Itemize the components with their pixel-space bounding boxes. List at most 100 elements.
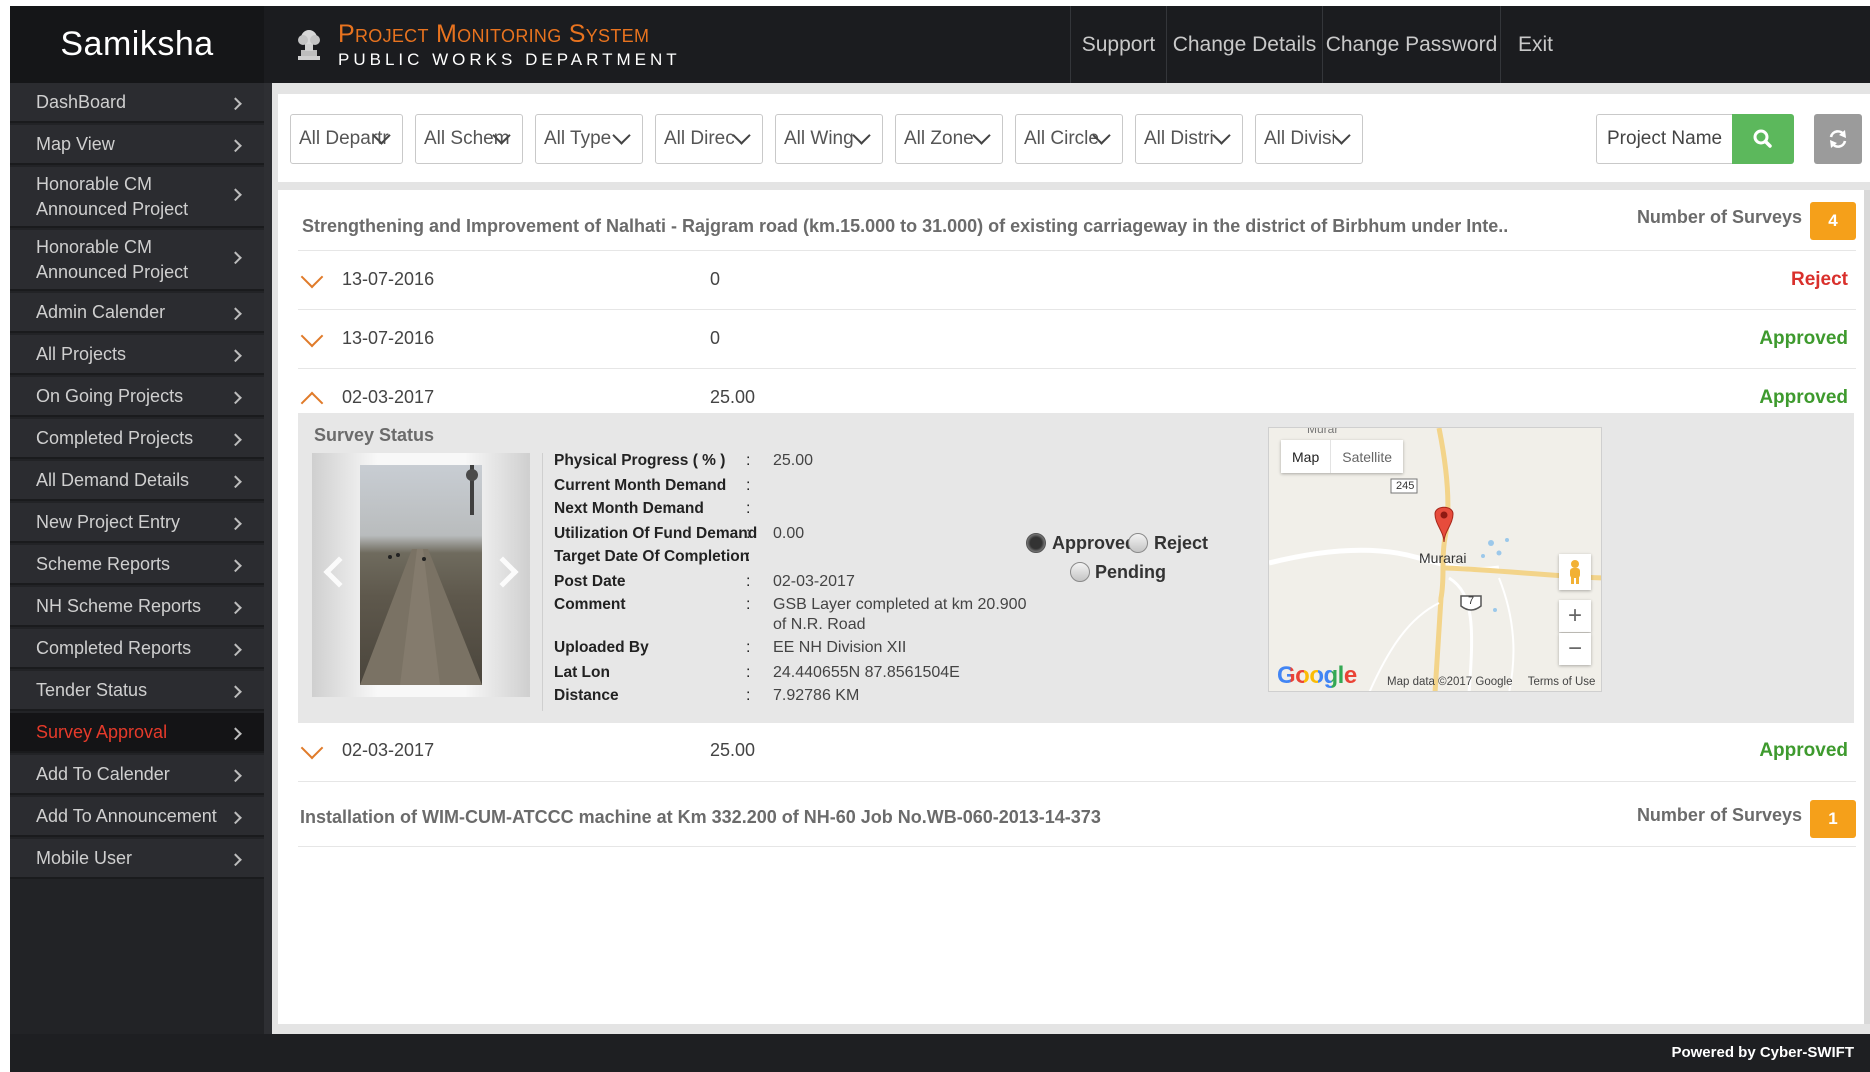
sidebar-item-completed-reports[interactable]: Completed Reports: [10, 629, 264, 669]
radio-pending[interactable]: [1070, 562, 1090, 582]
radio-pending-label[interactable]: Pending: [1095, 562, 1166, 583]
chevron-up-icon[interactable]: [300, 391, 324, 415]
exit-link[interactable]: Exit: [1500, 6, 1570, 83]
project-title[interactable]: Strengthening and Improvement of Nalhati…: [302, 216, 1508, 237]
brand-logo[interactable]: Samiksha: [10, 6, 264, 83]
zone-select[interactable]: All Zone: [895, 114, 1003, 164]
sidebar-item-new-project-entry[interactable]: New Project Entry: [10, 503, 264, 543]
system-subtitle: PUBLIC WORKS DEPARTMENT: [338, 50, 681, 69]
chevron-down-icon: [1212, 126, 1231, 145]
search-button[interactable]: [1732, 114, 1794, 164]
sidebar-scrollbar[interactable]: [264, 83, 272, 1034]
chevron-right-icon: [229, 188, 242, 202]
sidebar-item-label: Completed Reports: [36, 637, 192, 658]
zoom-out-button[interactable]: −: [1559, 633, 1591, 665]
field-label: Physical Progress ( % ): [554, 452, 726, 469]
sidebar-item-label: DashBoard: [36, 91, 127, 112]
field-label: Target Date Of Completion: [554, 548, 750, 565]
directorate-select-value: All Directo: [664, 128, 734, 149]
pegman-control[interactable]: [1559, 554, 1591, 590]
sidebar-item-add-to-announcement[interactable]: Add To Announcement: [10, 797, 264, 837]
chevron-down-icon[interactable]: [300, 736, 324, 760]
status-badge: Approved: [1759, 387, 1848, 408]
sidebar-item-cm-announced-2[interactable]: Honorable CM Announced Project: [10, 230, 264, 291]
survey-row[interactable]: 13-07-2016 0 Approved: [298, 309, 1856, 368]
chevron-right-icon: [229, 601, 242, 615]
top-header: Samiksha Project Monitoring System PUBLI…: [10, 6, 1870, 83]
sidebar-item-dashboard[interactable]: DashBoard: [10, 83, 264, 123]
radio-reject-label[interactable]: Reject: [1154, 533, 1208, 554]
radio-approved-label[interactable]: Approved: [1052, 533, 1136, 554]
sidebar-item-label: New Project Entry: [36, 511, 181, 532]
survey-row[interactable]: 13-07-2016 0 Reject: [298, 250, 1856, 309]
chevron-right-icon: [229, 517, 242, 531]
division-select[interactable]: All Divisio: [1255, 114, 1363, 164]
field-colon: :: [746, 477, 751, 494]
survey-value: 25.00: [710, 740, 756, 760]
sidebar-item-label: Scheme Reports: [36, 553, 171, 574]
zoom-in-button[interactable]: +: [1559, 600, 1591, 632]
circle-select-value: All Circle: [1024, 128, 1099, 149]
terms-of-use-link[interactable]: Terms of Use: [1528, 676, 1596, 688]
field-value: EE NH Division XII: [773, 639, 907, 656]
sidebar-item-ongoing-projects[interactable]: On Going Projects: [10, 377, 264, 417]
district-select[interactable]: All Distric: [1135, 114, 1243, 164]
photo-carousel: [312, 453, 530, 697]
sidebar-item-label: Honorable CM Announced Project: [36, 236, 189, 282]
sidebar-item-label: NH Scheme Reports: [36, 595, 202, 616]
chevron-right-icon: [229, 433, 242, 447]
pegman-icon: [1570, 560, 1580, 584]
sidebar-item-nh-scheme-reports[interactable]: NH Scheme Reports: [10, 587, 264, 627]
road-photo-image: [360, 465, 482, 685]
sidebar-item-scheme-reports[interactable]: Scheme Reports: [10, 545, 264, 585]
sidebar-item-admin-calender[interactable]: Admin Calender: [10, 293, 264, 333]
google-logo-text: Google: [1277, 662, 1357, 689]
location-map[interactable]: 245 7 Murarai Murar Map Satellite + − Go…: [1268, 427, 1602, 692]
map-tab[interactable]: Map: [1281, 440, 1330, 473]
scheme-select[interactable]: All Schem: [415, 114, 523, 164]
type-select[interactable]: All Type: [535, 114, 643, 164]
sidebar-item-add-to-calender[interactable]: Add To Calender: [10, 755, 264, 795]
sidebar-item-tender-status[interactable]: Tender Status: [10, 671, 264, 711]
project-name-input[interactable]: Project Name: [1596, 114, 1732, 164]
app-frame: Samiksha Project Monitoring System PUBLI…: [10, 6, 1870, 1072]
field-colon: :: [746, 573, 751, 590]
sidebar-item-mobile-user[interactable]: Mobile User: [10, 839, 264, 879]
sidebar-item-survey-approval[interactable]: Survey Approval: [10, 713, 264, 753]
survey-date: 02-03-2017: [342, 387, 435, 407]
carousel-next-icon[interactable]: [487, 556, 519, 588]
field-colon: :: [746, 596, 751, 613]
panel-scrollbar[interactable]: [1864, 190, 1870, 1024]
field-colon: :: [746, 664, 751, 681]
radio-approved[interactable]: [1026, 533, 1046, 553]
carousel-prev-icon[interactable]: [323, 556, 355, 588]
directorate-select[interactable]: All Directo: [655, 114, 763, 164]
sidebar-item-cm-announced-1[interactable]: Honorable CM Announced Project: [10, 167, 264, 228]
chevron-right-icon: [229, 251, 242, 265]
chevron-right-icon: [229, 853, 242, 867]
change-password-link[interactable]: Change Password: [1322, 6, 1500, 83]
chevron-down-icon[interactable]: [300, 265, 324, 289]
sidebar-item-map-view[interactable]: Map View: [10, 125, 264, 165]
chevron-down-icon[interactable]: [300, 324, 324, 348]
change-details-link[interactable]: Change Details: [1166, 6, 1322, 83]
chevron-down-icon: [972, 126, 991, 145]
wing-select-value: All Wing: [784, 128, 854, 149]
project-title[interactable]: Installation of WIM-CUM-ATCCC machine at…: [300, 807, 1101, 828]
support-link[interactable]: Support: [1070, 6, 1166, 83]
department-select[interactable]: All Departr: [290, 114, 403, 164]
chevron-right-icon: [229, 685, 242, 699]
sidebar-item-completed-projects[interactable]: Completed Projects: [10, 419, 264, 459]
survey-row[interactable]: 02-03-2017 25.00 Approved: [298, 722, 1856, 781]
survey-value: 25.00: [710, 387, 756, 407]
refresh-button[interactable]: [1814, 114, 1862, 164]
sidebar-item-all-demand-details[interactable]: All Demand Details: [10, 461, 264, 501]
sidebar-item-all-projects[interactable]: All Projects: [10, 335, 264, 375]
field-colon: :: [746, 687, 751, 704]
circle-select[interactable]: All Circle: [1015, 114, 1123, 164]
wing-select[interactable]: All Wing: [775, 114, 883, 164]
survey-value: 0: [710, 269, 721, 289]
radio-reject[interactable]: [1128, 533, 1148, 553]
survey-photo[interactable]: [360, 465, 482, 685]
satellite-tab[interactable]: Satellite: [1330, 440, 1403, 473]
